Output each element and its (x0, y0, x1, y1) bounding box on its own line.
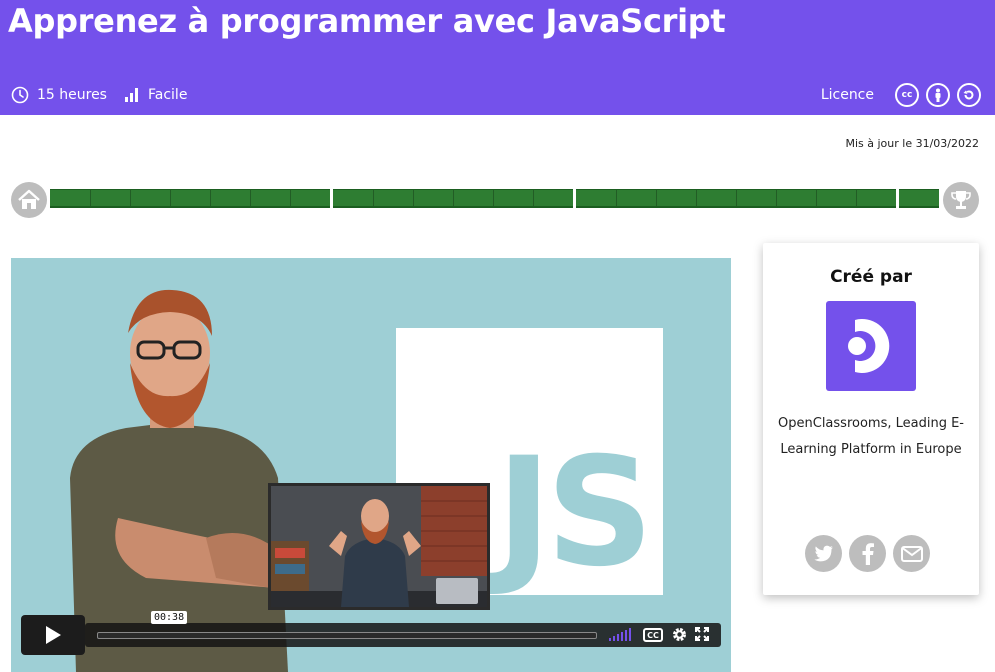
progress-part-2[interactable] (333, 189, 573, 208)
progress-part-4[interactable] (899, 189, 939, 208)
home-icon[interactable] (11, 182, 47, 218)
twitter-icon[interactable] (805, 535, 842, 572)
course-duration: 15 heures (11, 84, 107, 106)
progress-part-3[interactable] (576, 189, 896, 208)
control-bar: 00:38 CC (85, 611, 721, 647)
trophy-icon[interactable] (943, 182, 979, 218)
creator-name: OpenClassrooms, Leading E-Learning Platf… (778, 416, 964, 457)
video-controls: 00:38 CC (21, 611, 721, 655)
creator-title: Créé par (830, 267, 912, 287)
video-preview-thumbnail[interactable] (268, 483, 490, 610)
captions-button[interactable]: CC (643, 628, 663, 642)
gear-icon[interactable] (671, 626, 688, 643)
openclassrooms-logo[interactable] (826, 301, 916, 391)
last-updated: Mis à jour le 31/03/2022 (845, 137, 979, 150)
course-title: Apprenez à programmer avec JavaScript (8, 2, 726, 40)
course-header: Apprenez à programmer avec JavaScript 15… (0, 0, 995, 115)
duration-label: 15 heures (37, 87, 107, 103)
course-level: Facile (124, 84, 187, 106)
course-progress (11, 182, 979, 218)
license-label[interactable]: Licence (821, 87, 874, 103)
video-timeline[interactable] (97, 632, 597, 639)
clock-icon (11, 86, 29, 104)
level-bars-icon (125, 88, 138, 102)
volume-icon[interactable] (609, 628, 631, 641)
current-time: 00:38 (151, 611, 188, 624)
creator-card: Créé par OpenClassrooms, Leading E-Learn… (763, 243, 979, 595)
play-button[interactable] (21, 615, 85, 655)
preview-image (271, 486, 487, 607)
cc-icon[interactable]: cc (895, 83, 919, 107)
facebook-icon[interactable] (849, 535, 886, 572)
js-logo-text: JS (496, 426, 654, 600)
share-buttons (805, 535, 930, 572)
progress-part-1[interactable] (50, 189, 330, 208)
by-icon[interactable] (926, 83, 950, 107)
mail-icon[interactable] (893, 535, 930, 572)
fullscreen-icon[interactable] (695, 627, 709, 641)
sa-icon[interactable] (957, 83, 981, 107)
course-license[interactable]: Licence cc (821, 83, 981, 107)
level-label: Facile (148, 87, 188, 103)
play-icon (46, 626, 61, 644)
course-video[interactable]: JS 00:38 CC (11, 258, 731, 672)
